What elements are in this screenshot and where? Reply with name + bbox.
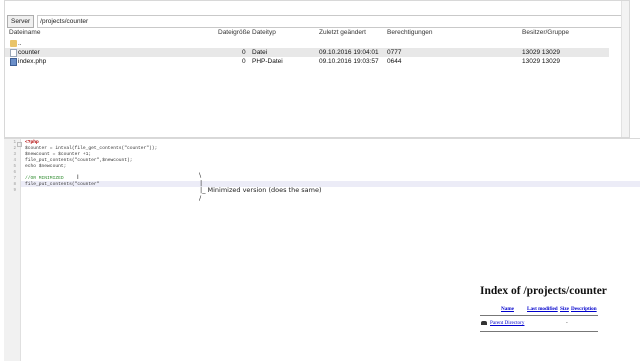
path-bar: Server /projects/counter [5, 14, 629, 28]
index-col-description[interactable]: Description [571, 306, 597, 312]
index-col-name[interactable]: Name [501, 306, 514, 312]
file-manager-panel: Server /projects/counter Dateiname Datei… [4, 0, 630, 138]
file-icon [10, 49, 17, 57]
text-cursor-icon: I [77, 175, 79, 181]
fold-marker-icon[interactable] [17, 142, 22, 147]
file-owner: 13029 13029 [522, 49, 560, 56]
line-number: 6 [13, 171, 16, 175]
path-input[interactable]: /projects/counter [37, 14, 629, 28]
index-title: Index of /projects/counter [480, 285, 607, 297]
file-size: 0 [242, 49, 246, 56]
file-permissions: 0644 [387, 58, 402, 65]
file-size: 0 [242, 58, 246, 65]
parent-size: - [566, 320, 568, 326]
file-name: .. [18, 40, 22, 47]
current-line-highlight [21, 181, 640, 187]
divider [480, 315, 598, 316]
file-type: Datei [252, 49, 268, 56]
line-number: 9 [13, 189, 16, 193]
line-number: 5 [13, 165, 16, 169]
file-name: counter [18, 49, 40, 56]
code-line: file_put_contents("counter",$newcount); [25, 158, 133, 163]
parent-directory-link[interactable]: Parent Directory [490, 320, 524, 326]
column-header-permissions[interactable]: Berechtigungen [387, 29, 433, 36]
annotation-line: \ [199, 171, 202, 179]
index-col-last-modified[interactable]: Last modified [527, 306, 558, 312]
file-modified: 09.10.2016 19:04:01 [319, 49, 379, 56]
php-file-icon [10, 58, 17, 66]
back-icon [481, 321, 487, 325]
file-modified: 09.10.2016 19:03:57 [319, 58, 379, 65]
annotation-line: |_ Minimized version (does the same) [200, 186, 322, 194]
line-number: 7 [13, 177, 16, 181]
file-row-parent[interactable]: .. [5, 39, 609, 48]
column-header-size[interactable]: Dateigröße [218, 29, 250, 36]
column-header-type[interactable]: Dateityp [252, 29, 276, 36]
file-type: PHP-Datei [252, 58, 283, 65]
vertical-scrollbar[interactable] [621, 1, 629, 137]
server-button[interactable]: Server [7, 14, 35, 28]
screen: Server /projects/counter Dateiname Datei… [0, 0, 640, 361]
index-col-size[interactable]: Size [560, 306, 569, 312]
index-page: Index of /projects/counter Name Last mod… [480, 285, 608, 345]
index-row-parent[interactable]: Parent Directory - [480, 320, 600, 328]
code-line: echo $newcount; [25, 164, 67, 169]
line-number-gutter: 1 2 3 4 5 6 7 8 9 [4, 139, 22, 361]
file-row-counter[interactable]: counter 0 Datei 09.10.2016 19:04:01 0777… [5, 48, 609, 57]
line-number: 1 [13, 141, 16, 145]
file-name: index.php [18, 58, 47, 65]
line-number: 8 [13, 183, 16, 187]
code-line: $newcount = $counter +1; [25, 152, 92, 157]
code-line: <?php [25, 140, 39, 145]
line-number: 3 [13, 153, 16, 157]
line-number: 4 [13, 159, 16, 163]
divider [480, 331, 598, 332]
file-owner: 13029 13029 [522, 58, 560, 65]
column-header-modified[interactable]: Zuletzt geändert [319, 29, 366, 36]
column-header-name[interactable]: Dateiname [9, 29, 40, 36]
code-line: //OR MINIMIZED [25, 176, 64, 181]
file-list-header: Dateiname Dateigröße Dateityp Zuletzt ge… [5, 28, 621, 39]
line-number: 2 [13, 147, 16, 151]
annotation-line: / [199, 194, 202, 202]
code-line: $counter = intval(file_get_contents("cou… [25, 146, 158, 151]
file-row-index-php[interactable]: index.php 0 PHP-Datei 09.10.2016 19:03:5… [5, 57, 609, 66]
folder-icon [10, 40, 17, 47]
file-permissions: 0777 [387, 49, 402, 56]
code-line: file_put_contents("counter" [25, 182, 100, 187]
index-column-headers: Name Last modified Size Description [480, 306, 608, 314]
column-header-owner[interactable]: Besitzer/Gruppe [522, 29, 569, 36]
